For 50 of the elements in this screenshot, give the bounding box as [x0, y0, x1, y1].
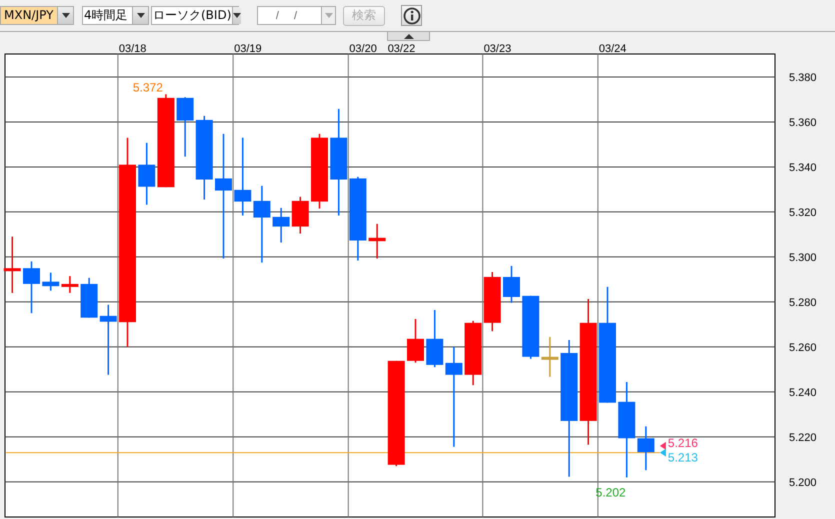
candlestick: [42, 272, 60, 291]
candlestick: [637, 426, 654, 470]
date-label: 03/24: [598, 43, 626, 55]
period-select[interactable]: 4時間足: [82, 6, 149, 25]
date-label: 03/23: [484, 43, 512, 55]
candlestick: [23, 261, 40, 314]
candlestick: [503, 266, 520, 303]
candlestick: [61, 276, 78, 293]
candlestick: [80, 278, 98, 318]
currency-select[interactable]: MXN/JPY: [0, 6, 74, 25]
price-label: 5.200: [789, 476, 817, 489]
current-price-label: 5.216: [668, 436, 698, 450]
candlestick: [272, 208, 290, 243]
candlestick: [368, 224, 386, 258]
caret-icon: [136, 13, 144, 18]
price-label: 5.340: [789, 162, 817, 174]
price-label: 5.220: [789, 432, 817, 444]
collapse-button[interactable]: [387, 32, 430, 41]
high-price-label: 5.372: [132, 80, 163, 94]
caret-icon: [324, 13, 332, 18]
candlestick: [138, 142, 156, 205]
candlestick: [176, 97, 194, 157]
date-field[interactable]: / /: [257, 6, 321, 25]
candlestick: [541, 337, 558, 377]
candlestick: [292, 196, 309, 234]
up-arrow-icon: [404, 34, 414, 38]
price-label: 5.360: [789, 116, 817, 129]
info-button[interactable]: [401, 5, 422, 26]
caret-icon: [233, 13, 242, 18]
candlestick: [4, 236, 21, 293]
date-label: 03/20: [349, 43, 377, 55]
current-price-label: 5.213: [668, 450, 698, 465]
price-label: 5.320: [789, 206, 817, 219]
price-label: 5.280: [789, 296, 817, 309]
info-icon: [402, 6, 420, 24]
candlestick: [407, 319, 424, 363]
candlestick: [464, 320, 482, 386]
price-label: 5.380: [789, 72, 817, 84]
candlestick: [100, 304, 117, 375]
candlestick: [426, 310, 444, 368]
price-label: 5.300: [789, 252, 817, 264]
price-label: 5.260: [789, 342, 817, 354]
date-label: 03/18: [118, 43, 146, 55]
chart-type-select[interactable]: ローソク(BID): [151, 6, 239, 25]
caret-icon: [62, 13, 70, 18]
date-label: 03/22: [388, 43, 416, 55]
candlestick: [484, 272, 501, 332]
price-label: 5.240: [789, 386, 817, 399]
date-label: 03/19: [234, 43, 262, 55]
candlestick: [522, 296, 540, 359]
